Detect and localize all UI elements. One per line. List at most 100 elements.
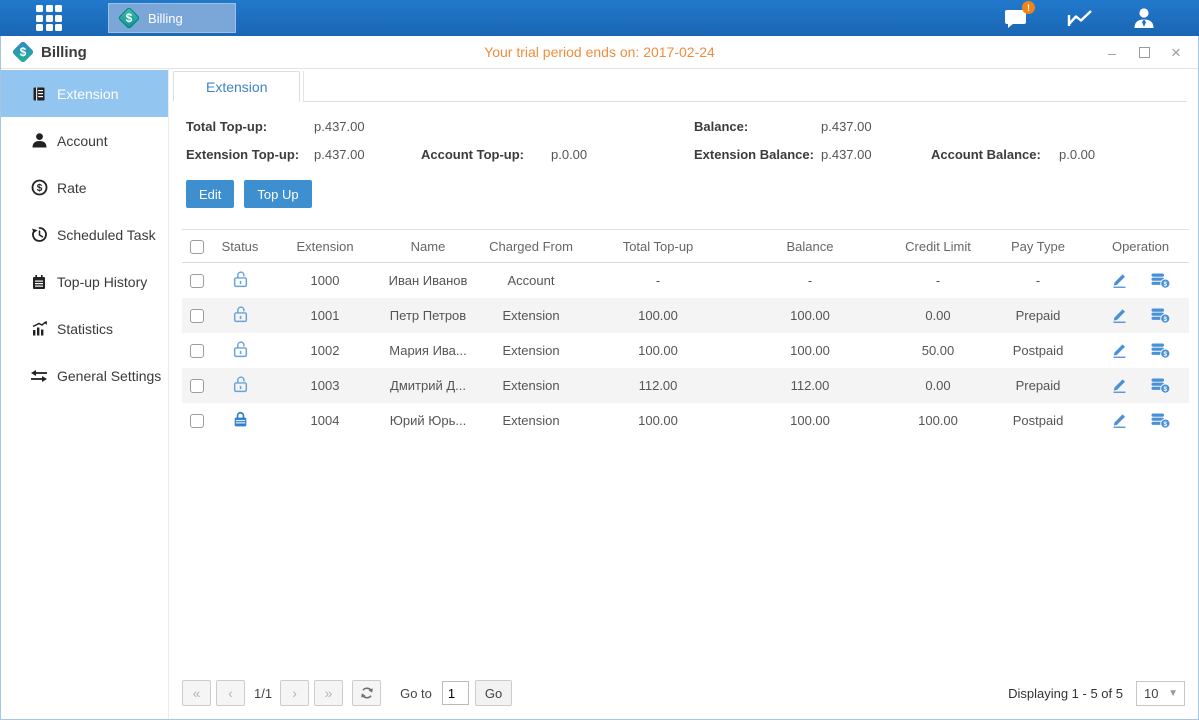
lock-closed-icon	[232, 410, 249, 428]
row-edit-button[interactable]	[1110, 272, 1128, 288]
messages-icon[interactable]: !	[1001, 5, 1031, 31]
next-page-button[interactable]: ›	[280, 680, 309, 706]
select-all-checkbox[interactable]	[190, 240, 204, 254]
cell-name: Мария Ива...	[382, 333, 474, 368]
topup-history-ledger-icon	[30, 273, 48, 291]
last-page-button[interactable]: »	[314, 680, 343, 706]
row-checkbox[interactable]	[190, 344, 204, 358]
topup-coins-icon: $	[1150, 412, 1171, 429]
user-account-icon[interactable]	[1129, 5, 1159, 31]
row-topup-button[interactable]: $	[1150, 342, 1171, 359]
go-button[interactable]: Go	[475, 680, 512, 706]
row-checkbox[interactable]	[190, 274, 204, 288]
extension-topup-label: Extension Top-up:	[186, 147, 314, 162]
row-topup-button[interactable]: $	[1150, 377, 1171, 394]
svg-text:$: $	[1164, 316, 1168, 323]
balance-value: p.437.00	[821, 119, 931, 134]
displaying-text: Displaying 1 - 5 of 5	[1008, 686, 1123, 701]
general-settings-sliders-icon	[30, 367, 48, 385]
col-credit-limit: Credit Limit	[892, 230, 984, 263]
goto-label: Go to	[400, 686, 432, 701]
sidebar-item-general-settings[interactable]: General Settings	[1, 352, 168, 399]
edit-pencil-icon	[1110, 272, 1128, 288]
col-total-topup: Total Top-up	[588, 230, 728, 263]
page-size-select[interactable]: 10 ▼	[1136, 681, 1185, 706]
cell-balance: 100.00	[728, 403, 892, 438]
page-indicator: 1/1	[254, 686, 272, 701]
cell-credit-limit: -	[892, 263, 984, 298]
edit-pencil-icon	[1110, 412, 1128, 428]
row-edit-button[interactable]	[1110, 307, 1128, 323]
edit-pencil-icon	[1110, 307, 1128, 323]
cell-total-topup: 100.00	[588, 333, 728, 368]
app-grid-icon[interactable]	[36, 5, 62, 31]
window-titlebar: $ Billing Your trial period ends on: 201…	[1, 36, 1198, 69]
sidebar-item-extension[interactable]: Extension	[1, 70, 168, 117]
cell-pay-type: -	[984, 263, 1092, 298]
cell-credit-limit: 0.00	[892, 298, 984, 333]
svg-text:$: $	[1164, 281, 1168, 288]
billing-app-tab[interactable]: $ Billing	[108, 3, 236, 33]
refresh-button[interactable]	[352, 680, 381, 706]
sidebar-item-scheduled-task[interactable]: Scheduled Task	[1, 211, 168, 258]
row-checkbox[interactable]	[190, 309, 204, 323]
cell-credit-limit: 50.00	[892, 333, 984, 368]
top-up-button[interactable]: Top Up	[244, 180, 311, 208]
tab-extension[interactable]: Extension	[173, 71, 300, 102]
statistics-chart-icon	[30, 320, 48, 338]
row-edit-button[interactable]	[1110, 377, 1128, 393]
chevron-down-icon: ▼	[1168, 688, 1178, 699]
sidebar-item-account[interactable]: Account	[1, 117, 168, 164]
cell-balance: 100.00	[728, 298, 892, 333]
goto-page-input[interactable]	[442, 681, 469, 705]
reports-chart-icon[interactable]	[1065, 5, 1095, 31]
col-balance: Balance	[728, 230, 892, 263]
minimize-icon[interactable]: –	[1104, 46, 1120, 60]
sidebar-item-rate[interactable]: $ Rate	[1, 164, 168, 211]
billing-window: $ Billing Your trial period ends on: 201…	[0, 36, 1199, 720]
table-row[interactable]: 1003Дмитрий Д...Extension112.00112.000.0…	[182, 368, 1189, 403]
svg-text:$: $	[1164, 386, 1168, 393]
sidebar-item-label: Rate	[57, 180, 87, 196]
row-checkbox[interactable]	[190, 379, 204, 393]
prev-page-button[interactable]: ‹	[216, 680, 245, 706]
cell-pay-type: Prepaid	[984, 298, 1092, 333]
cell-charged-from: Account	[474, 263, 588, 298]
topup-coins-icon: $	[1150, 342, 1171, 359]
col-charged-from: Charged From	[474, 230, 588, 263]
window-title: Billing	[41, 44, 87, 61]
sidebar-item-label: Extension	[57, 86, 118, 102]
close-icon[interactable]: ×	[1168, 44, 1184, 61]
row-edit-button[interactable]	[1110, 342, 1128, 358]
table-body: 1000Иван ИвановAccount----$1001Петр Петр…	[182, 263, 1189, 438]
edit-button[interactable]: Edit	[186, 180, 234, 208]
row-checkbox[interactable]	[190, 414, 204, 428]
cell-pay-type: Postpaid	[984, 333, 1092, 368]
topup-coins-icon: $	[1150, 377, 1171, 394]
sidebar-item-statistics[interactable]: Statistics	[1, 305, 168, 352]
cell-extension: 1004	[268, 403, 382, 438]
account-balance-value: p.0.00	[1059, 147, 1187, 162]
sidebar-item-topup-history[interactable]: Top-up History	[1, 258, 168, 305]
main-content: Extension Total Top-up: p.437.00 Balance…	[169, 69, 1198, 719]
cell-name: Петр Петров	[382, 298, 474, 333]
col-operation: Operation	[1092, 230, 1189, 263]
col-name: Name	[382, 230, 474, 263]
first-page-button[interactable]: «	[182, 680, 211, 706]
balance-label: Balance:	[694, 119, 821, 134]
col-pay-type: Pay Type	[984, 230, 1092, 263]
maximize-icon[interactable]	[1136, 46, 1152, 60]
topup-coins-icon: $	[1150, 307, 1171, 324]
total-topup-value: p.437.00	[314, 119, 421, 134]
table-row[interactable]: 1001Петр ПетровExtension100.00100.000.00…	[182, 298, 1189, 333]
table-row[interactable]: 1000Иван ИвановAccount----$	[182, 263, 1189, 298]
cell-name: Юрий Юрь...	[382, 403, 474, 438]
row-topup-button[interactable]: $	[1150, 272, 1171, 289]
row-edit-button[interactable]	[1110, 412, 1128, 428]
extension-balance-value: p.437.00	[821, 147, 931, 162]
row-topup-button[interactable]: $	[1150, 412, 1171, 429]
table-row[interactable]: 1002Мария Ива...Extension100.00100.0050.…	[182, 333, 1189, 368]
row-topup-button[interactable]: $	[1150, 307, 1171, 324]
table-row[interactable]: 1004Юрий Юрь...Extension100.00100.00100.…	[182, 403, 1189, 438]
cell-extension: 1002	[268, 333, 382, 368]
